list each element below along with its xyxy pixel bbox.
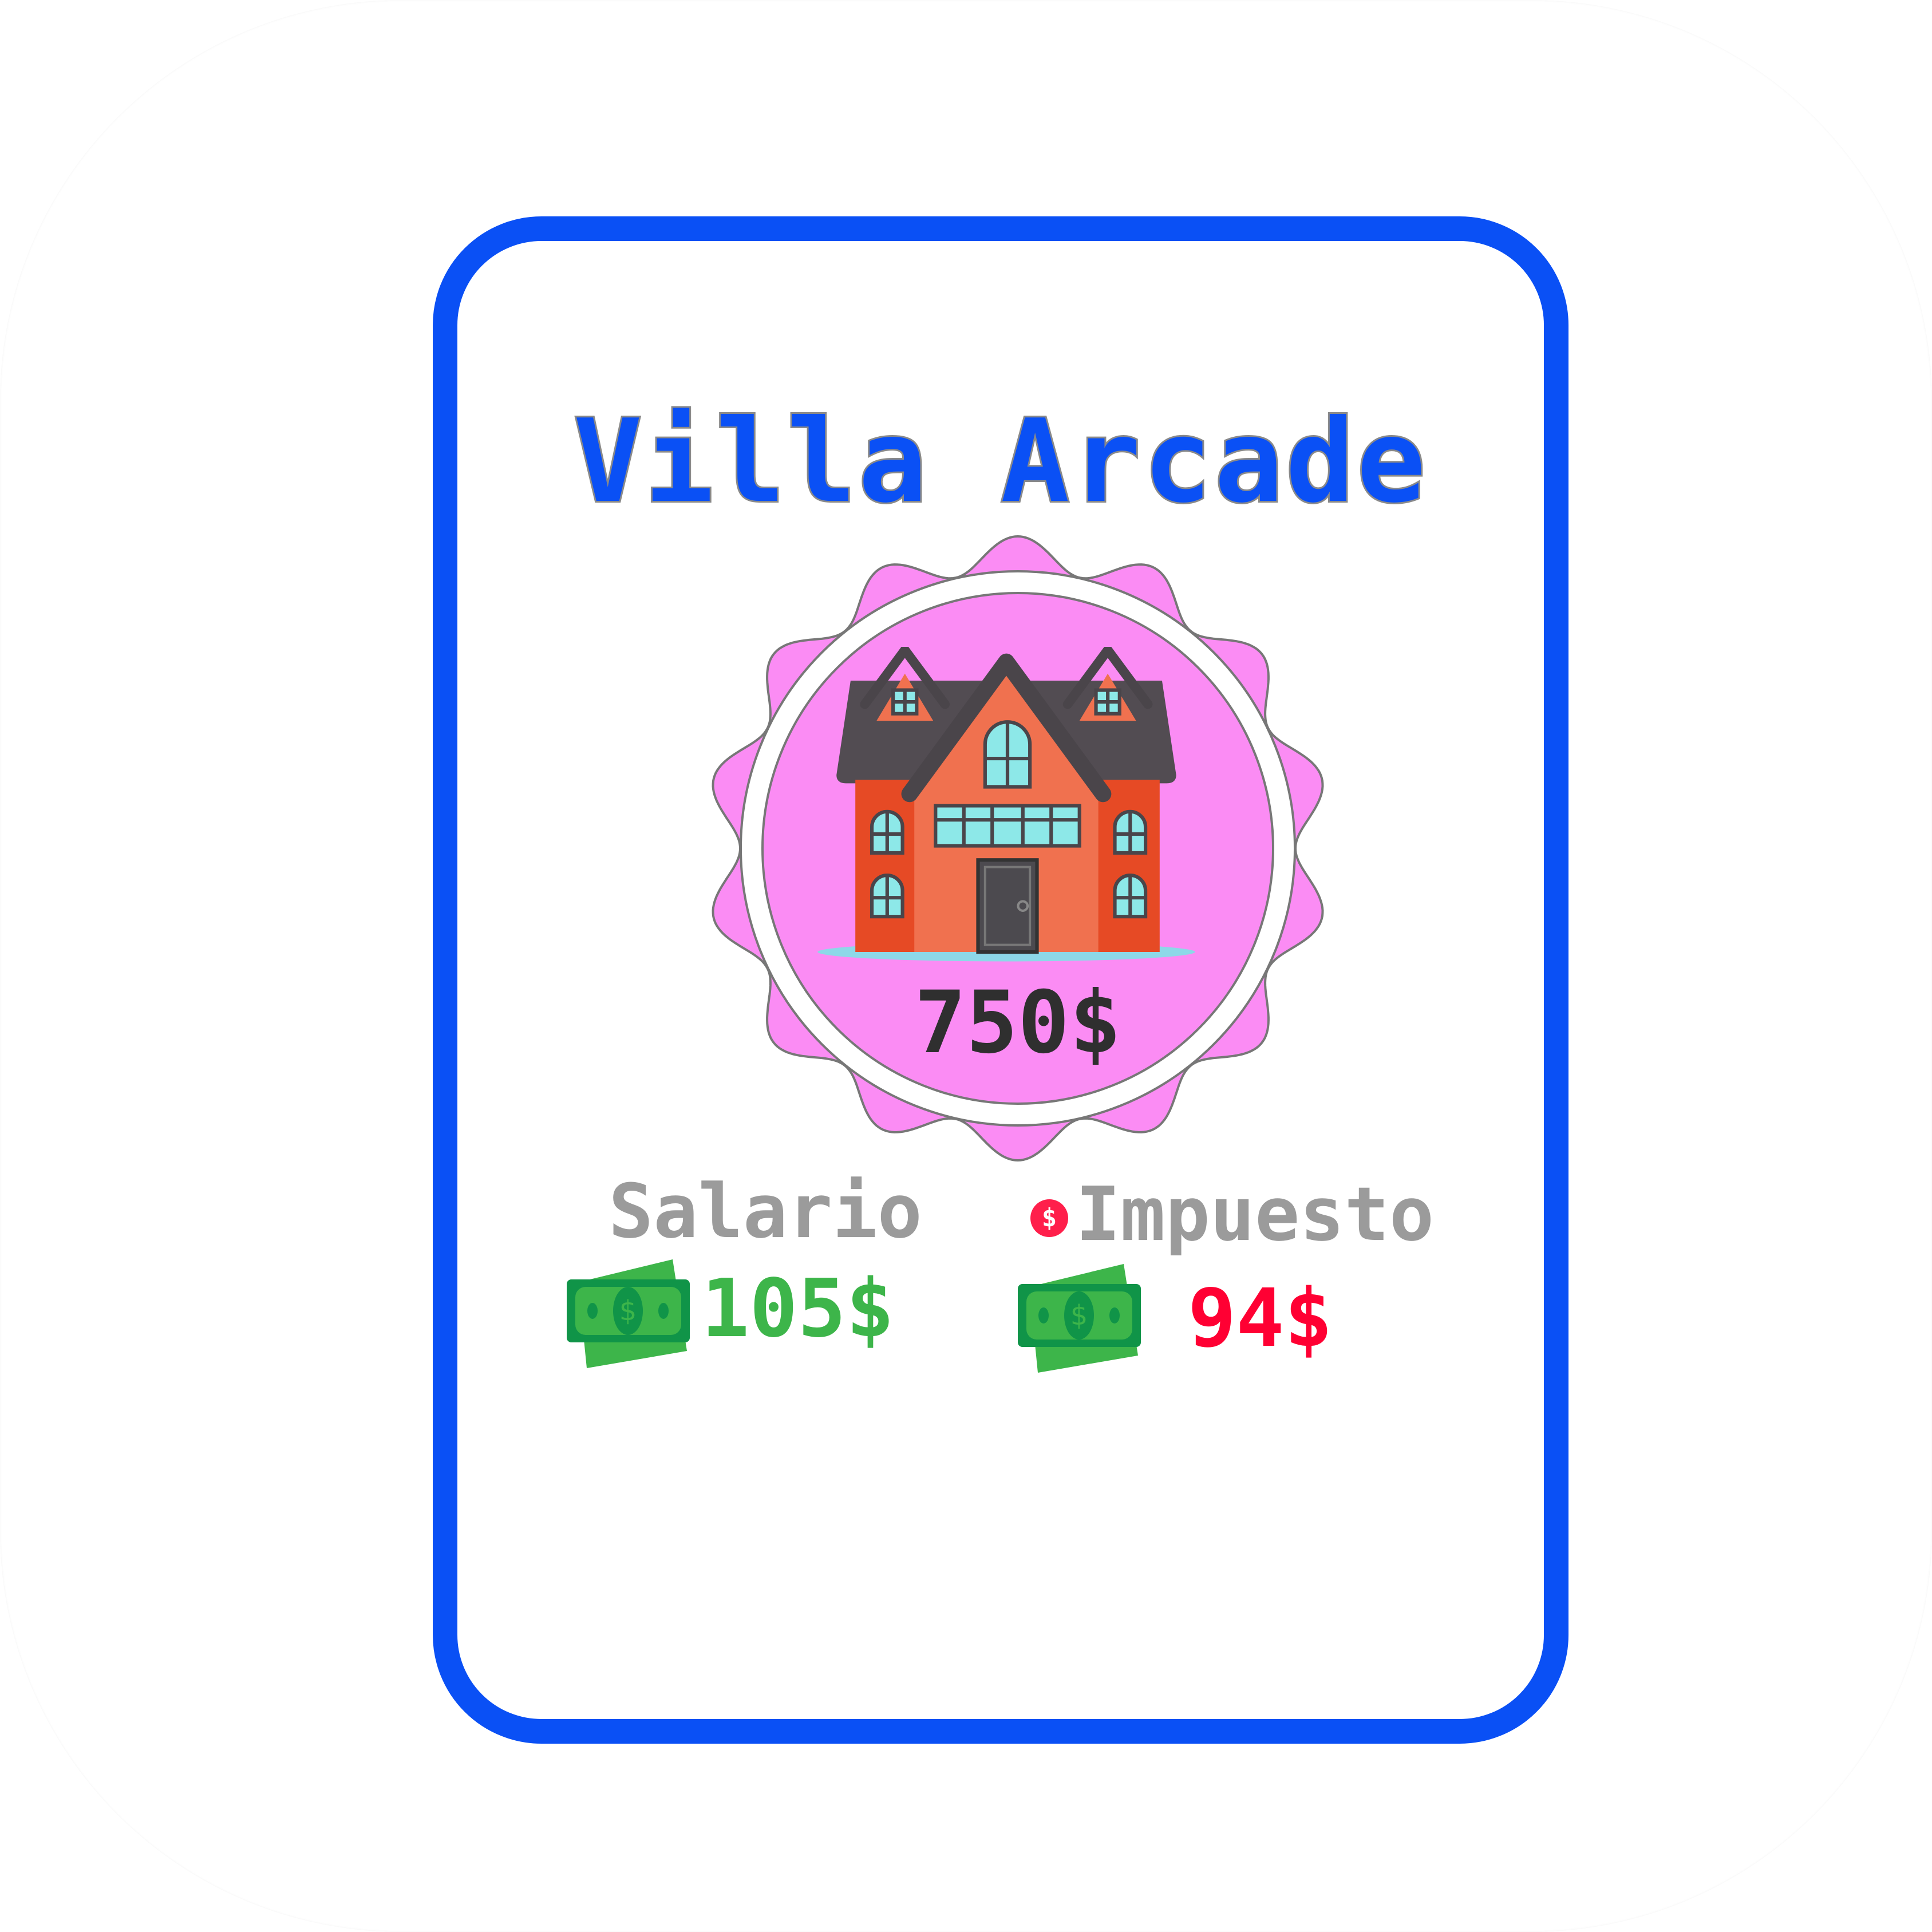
money-bill-icon: $ [567, 1259, 690, 1368]
svg-text:$: $ [1070, 1299, 1088, 1332]
property-price: 750$ [914, 973, 1121, 1073]
tax-amount: 94$ [1188, 1272, 1333, 1365]
property-card-screen: Villa Arcade 750$ Salario $ Impuesto $ 1… [0, 0, 1932, 1932]
salary-amount: 105$ [701, 1262, 895, 1356]
salary-label: Salario [609, 1168, 922, 1255]
svg-text:$: $ [619, 1295, 637, 1327]
property-title: Villa Arcade [572, 393, 1428, 530]
house-icon [817, 647, 1195, 962]
dollar-coin-icon: $ [1030, 1199, 1068, 1237]
tax-label: Impuesto [1076, 1171, 1435, 1258]
money-bill-icon: $ [1018, 1264, 1141, 1373]
